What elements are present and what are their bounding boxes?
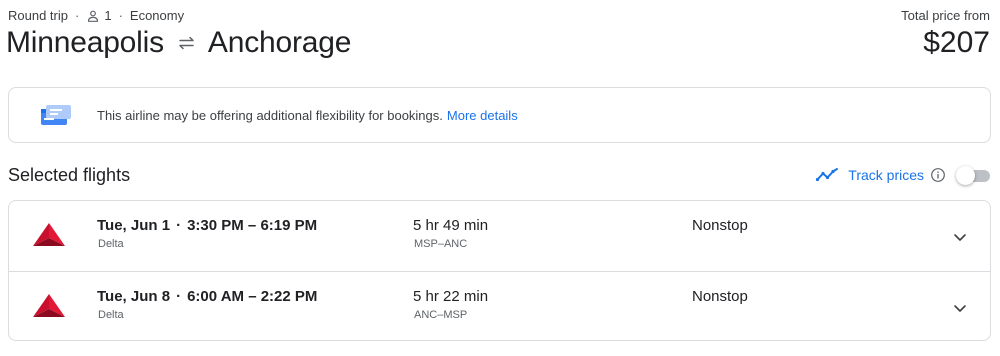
round-trip-arrows-icon (176, 32, 198, 54)
departure-arrival: 3:30 PM – 6:19 PM (187, 217, 318, 234)
track-prices-label[interactable]: Track prices (848, 167, 924, 183)
flight-date: Tue, Jun 8 (97, 288, 171, 305)
delta-logo-icon (31, 221, 67, 249)
flight-stops: Nonstop (692, 217, 748, 234)
flight-date: Tue, Jun 1 (97, 217, 171, 234)
airline-name: Delta (98, 238, 124, 250)
notice-message: This airline may be offering additional … (97, 108, 443, 123)
chevron-down-icon[interactable] (950, 298, 970, 318)
separator-dot: · (176, 288, 182, 305)
more-details-link[interactable]: More details (447, 108, 518, 123)
flexibility-notice: This airline may be offering additional … (8, 87, 991, 143)
person-icon (86, 9, 100, 23)
flight-stops: Nonstop (692, 288, 748, 305)
price-label: Total price from (901, 8, 990, 23)
track-prices-toggle[interactable] (956, 164, 992, 186)
trip-summary: Round trip · 1 · Economy (8, 8, 184, 23)
flight-duration: 5 hr 49 min (413, 217, 489, 234)
flight-duration: 5 hr 22 min (413, 288, 489, 305)
trip-type: Round trip (8, 8, 68, 23)
delta-logo-icon (31, 292, 67, 320)
flight-row-outbound[interactable]: Tue, Jun 1 · 3:30 PM – 6:19 PM Delta 5 hr … (9, 201, 990, 271)
toggle-knob (956, 166, 975, 185)
flight-times: Tue, Jun 8 · 6:00 AM – 2:22 PM (97, 288, 317, 305)
flight-times: Tue, Jun 1 · 3:30 PM – 6:19 PM (97, 217, 317, 234)
cabin-class: Economy (129, 8, 185, 23)
separator-dot: · (118, 8, 123, 23)
flight-row-return[interactable]: Tue, Jun 8 · 6:00 AM – 2:22 PM Delta 5 hr … (9, 271, 990, 340)
total-price: $207 (923, 26, 990, 59)
route-title: Minneapolis Anchorage (6, 26, 351, 60)
passenger-count: 1 (104, 8, 112, 23)
ticket-icon (39, 104, 73, 128)
departure-arrival: 6:00 AM – 2:22 PM (187, 288, 318, 305)
separator-dot: · (176, 217, 182, 234)
info-icon[interactable] (930, 167, 946, 183)
selected-flights-list: Tue, Jun 1 · 3:30 PM – 6:19 PM Delta 5 hr … (8, 200, 991, 341)
notice-text: This airline may be offering additional … (97, 108, 518, 123)
trending-up-icon (816, 168, 839, 182)
flight-airports: ANC–MSP (414, 309, 468, 321)
track-prices-control: Track prices (815, 163, 992, 187)
flight-airports: MSP–ANC (414, 238, 468, 250)
origin-city: Minneapolis (6, 26, 164, 59)
destination-city: Anchorage (207, 26, 352, 59)
chevron-down-icon[interactable] (950, 227, 970, 247)
separator-dot: · (74, 8, 80, 23)
section-title: Selected flights (8, 165, 131, 185)
airline-name: Delta (98, 309, 124, 321)
